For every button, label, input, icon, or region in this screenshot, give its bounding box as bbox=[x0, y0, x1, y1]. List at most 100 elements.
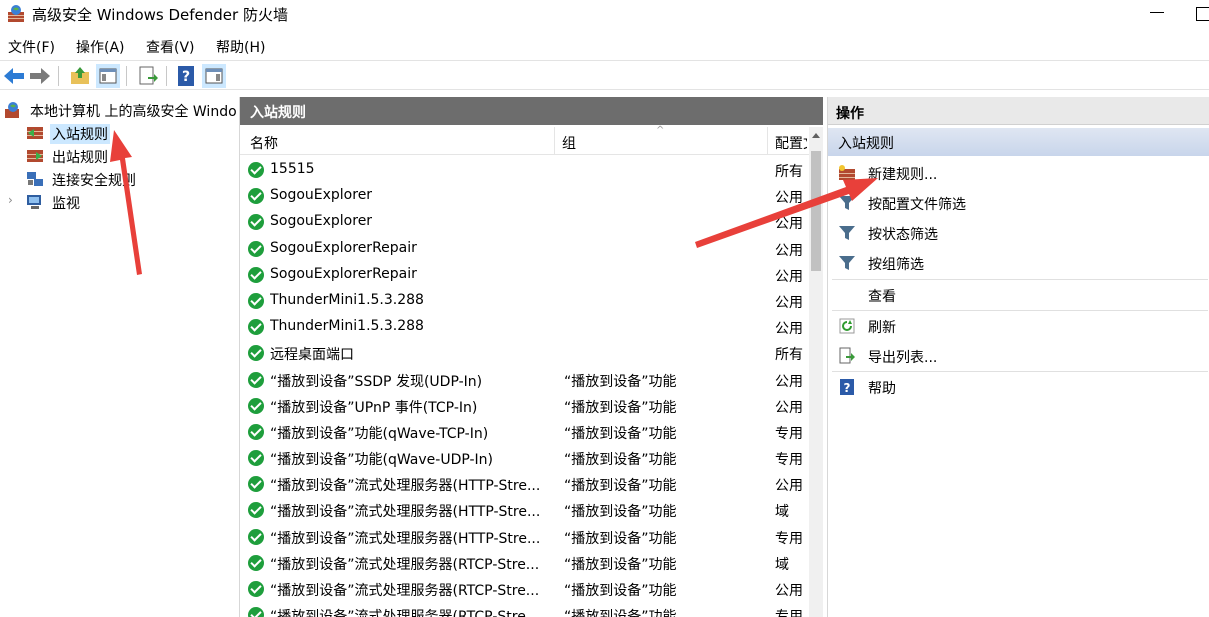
minimize-button[interactable] bbox=[1140, 0, 1174, 30]
up-folder-icon[interactable] bbox=[68, 64, 92, 88]
rule-name: “播放到设备”流式处理服务器(RTCP-Stre... bbox=[270, 556, 540, 573]
tree-item-label: 入站规则 bbox=[50, 124, 110, 144]
table-row[interactable]: ThunderMini1.5.3.288 公用 bbox=[240, 288, 810, 314]
menu-help[interactable]: 帮助(H) bbox=[216, 37, 265, 57]
tree-item-label: 出站规则 bbox=[52, 150, 108, 166]
menu-file[interactable]: 文件(F) bbox=[8, 37, 55, 57]
help-icon[interactable]: ? bbox=[174, 64, 198, 88]
title-bar: 高级安全 Windows Defender 防火墙 bbox=[0, 0, 1209, 30]
actions-header: 操作 bbox=[828, 97, 1209, 125]
column-header-profile[interactable]: 配置文件 bbox=[775, 133, 807, 153]
action-label: 按组筛选 bbox=[868, 257, 924, 273]
enabled-check-icon bbox=[248, 345, 264, 362]
window-title: 高级安全 Windows Defender 防火墙 bbox=[32, 6, 288, 24]
tree-item-connection-security-rules[interactable]: 连接安全规则 bbox=[26, 168, 226, 190]
table-row[interactable]: “播放到设备”功能(qWave-TCP-In) “播放到设备”功能 专用 bbox=[240, 419, 810, 445]
vertical-scrollbar[interactable] bbox=[809, 127, 823, 617]
toolbar: ? bbox=[0, 60, 1209, 90]
enabled-check-icon bbox=[248, 188, 264, 205]
table-row[interactable]: “播放到设备”流式处理服务器(HTTP-Stre... “播放到设备”功能 域 bbox=[240, 497, 810, 523]
column-header-group[interactable]: 组 bbox=[562, 133, 576, 153]
scrollbar-thumb[interactable] bbox=[811, 151, 821, 271]
rule-profile: 所有 bbox=[775, 347, 803, 364]
view-action[interactable]: 查看 bbox=[828, 281, 1209, 309]
menu-view[interactable]: 查看(V) bbox=[146, 37, 195, 57]
scroll-up-icon[interactable] bbox=[812, 133, 820, 138]
enabled-check-icon bbox=[248, 266, 264, 283]
tree-root[interactable]: 本地计算机 上的高级安全 Windows Defender 防火墙 bbox=[4, 99, 236, 121]
tree-item-inbound-rules[interactable]: 入站规则 bbox=[26, 122, 226, 144]
table-row[interactable]: “播放到设备”流式处理服务器(HTTP-Stre... “播放到设备”功能 公用 bbox=[240, 471, 810, 497]
rule-group: “播放到设备”功能 bbox=[564, 606, 764, 617]
rule-profile: 公用 bbox=[775, 216, 803, 233]
action-label: 导出列表... bbox=[868, 350, 938, 366]
filter-by-state-action[interactable]: 按状态筛选 bbox=[828, 219, 1209, 247]
enabled-check-icon bbox=[248, 554, 264, 571]
action-label: 刷新 bbox=[868, 320, 896, 336]
table-row[interactable]: ThunderMini1.5.3.288 公用 bbox=[240, 314, 810, 340]
enabled-check-icon bbox=[248, 476, 264, 493]
tree-item-monitoring[interactable]: › 监视 bbox=[8, 191, 228, 213]
export-icon[interactable] bbox=[136, 64, 160, 88]
table-row[interactable]: “播放到设备”流式处理服务器(HTTP-Stre... “播放到设备”功能 专用 bbox=[240, 524, 810, 550]
table-row[interactable]: “播放到设备”SSDP 发现(UDP-In) “播放到设备”功能 公用 bbox=[240, 367, 810, 393]
column-header-name[interactable]: 名称 bbox=[250, 133, 278, 153]
column-divider[interactable] bbox=[554, 127, 555, 155]
rule-profile: 公用 bbox=[775, 190, 803, 207]
rule-name: “播放到设备”流式处理服务器(RTCP-Stre... bbox=[270, 606, 552, 617]
table-row[interactable]: “播放到设备”流式处理服务器(RTCP-Stre... “播放到设备”功能 域 bbox=[240, 550, 810, 576]
table-row[interactable]: SogouExplorerRepair 公用 bbox=[240, 262, 810, 288]
forward-icon[interactable] bbox=[28, 64, 52, 88]
help-icon: ? bbox=[840, 379, 854, 395]
enabled-check-icon bbox=[248, 162, 264, 178]
table-row[interactable]: SogouExplorer 公用 bbox=[240, 183, 810, 209]
enabled-check-icon bbox=[248, 371, 264, 388]
rule-group: “播放到设备”功能 bbox=[564, 478, 677, 495]
table-row[interactable]: 15515 所有 bbox=[240, 157, 810, 183]
rule-profile: 公用 bbox=[775, 242, 803, 259]
rule-name: “播放到设备”SSDP 发现(UDP-In) bbox=[270, 373, 483, 390]
table-row[interactable]: “播放到设备”UPnP 事件(TCP-In) “播放到设备”功能 公用 bbox=[240, 393, 810, 419]
table-row[interactable]: SogouExplorer 公用 bbox=[240, 209, 810, 235]
maximize-button[interactable] bbox=[1190, 0, 1209, 30]
rule-name: 15515 bbox=[270, 161, 315, 177]
filter-by-profile-action[interactable]: 按配置文件筛选 bbox=[828, 189, 1209, 217]
action-label: 按配置文件筛选 bbox=[868, 197, 966, 213]
expand-chevron-icon[interactable]: › bbox=[8, 193, 13, 207]
show-tree-icon[interactable] bbox=[96, 64, 120, 88]
actions-divider bbox=[832, 371, 1208, 372]
rule-name: 远程桌面端口 bbox=[270, 347, 354, 364]
show-action-pane-icon[interactable] bbox=[202, 64, 226, 88]
tree-item-outbound-rules[interactable]: 出站规则 bbox=[26, 145, 226, 167]
help-action[interactable]: ? 帮助 bbox=[828, 373, 1209, 401]
rule-profile: 专用 bbox=[775, 606, 805, 617]
enabled-check-icon bbox=[248, 581, 264, 597]
back-icon[interactable] bbox=[2, 64, 26, 88]
tree-item-label: 监视 bbox=[52, 196, 80, 212]
table-row[interactable]: 远程桌面端口 所有 bbox=[240, 340, 810, 366]
refresh-action[interactable]: 刷新 bbox=[828, 312, 1209, 340]
new-rule-action[interactable]: 新建规则... bbox=[828, 159, 1209, 187]
rule-profile: 公用 bbox=[775, 321, 803, 338]
table-row[interactable]: SogouExplorerRepair 公用 bbox=[240, 236, 810, 262]
actions-section-inbound[interactable]: 入站规则 bbox=[828, 128, 1209, 156]
filter-by-group-action[interactable]: 按组筛选 bbox=[828, 249, 1209, 277]
column-divider[interactable] bbox=[767, 127, 768, 155]
svg-text:?: ? bbox=[844, 381, 851, 395]
sort-ascending-icon: ^ bbox=[656, 125, 665, 136]
enabled-check-icon bbox=[248, 214, 264, 231]
enabled-check-icon bbox=[248, 607, 264, 617]
action-label: 帮助 bbox=[868, 381, 896, 397]
export-list-action[interactable]: 导出列表... bbox=[828, 342, 1209, 370]
filter-icon bbox=[839, 226, 855, 240]
rule-name: SogouExplorerRepair bbox=[270, 239, 417, 256]
inbound-rules-icon bbox=[27, 127, 43, 139]
menu-action[interactable]: 操作(A) bbox=[76, 37, 125, 57]
table-row[interactable]: “播放到设备”功能(qWave-UDP-In) “播放到设备”功能 专用 bbox=[240, 445, 810, 471]
action-label: 按状态筛选 bbox=[868, 227, 938, 243]
connection-security-icon bbox=[27, 172, 43, 186]
actions-divider bbox=[832, 310, 1208, 311]
navigation-tree: 本地计算机 上的高级安全 Windows Defender 防火墙 入站规则 出… bbox=[0, 97, 236, 617]
table-row[interactable]: “播放到设备”流式处理服务器(RTCP-Stre... “播放到设备”功能专用 bbox=[240, 602, 810, 617]
table-row[interactable]: “播放到设备”流式处理服务器(RTCP-Stre... “播放到设备”功能 公用 bbox=[240, 576, 810, 602]
